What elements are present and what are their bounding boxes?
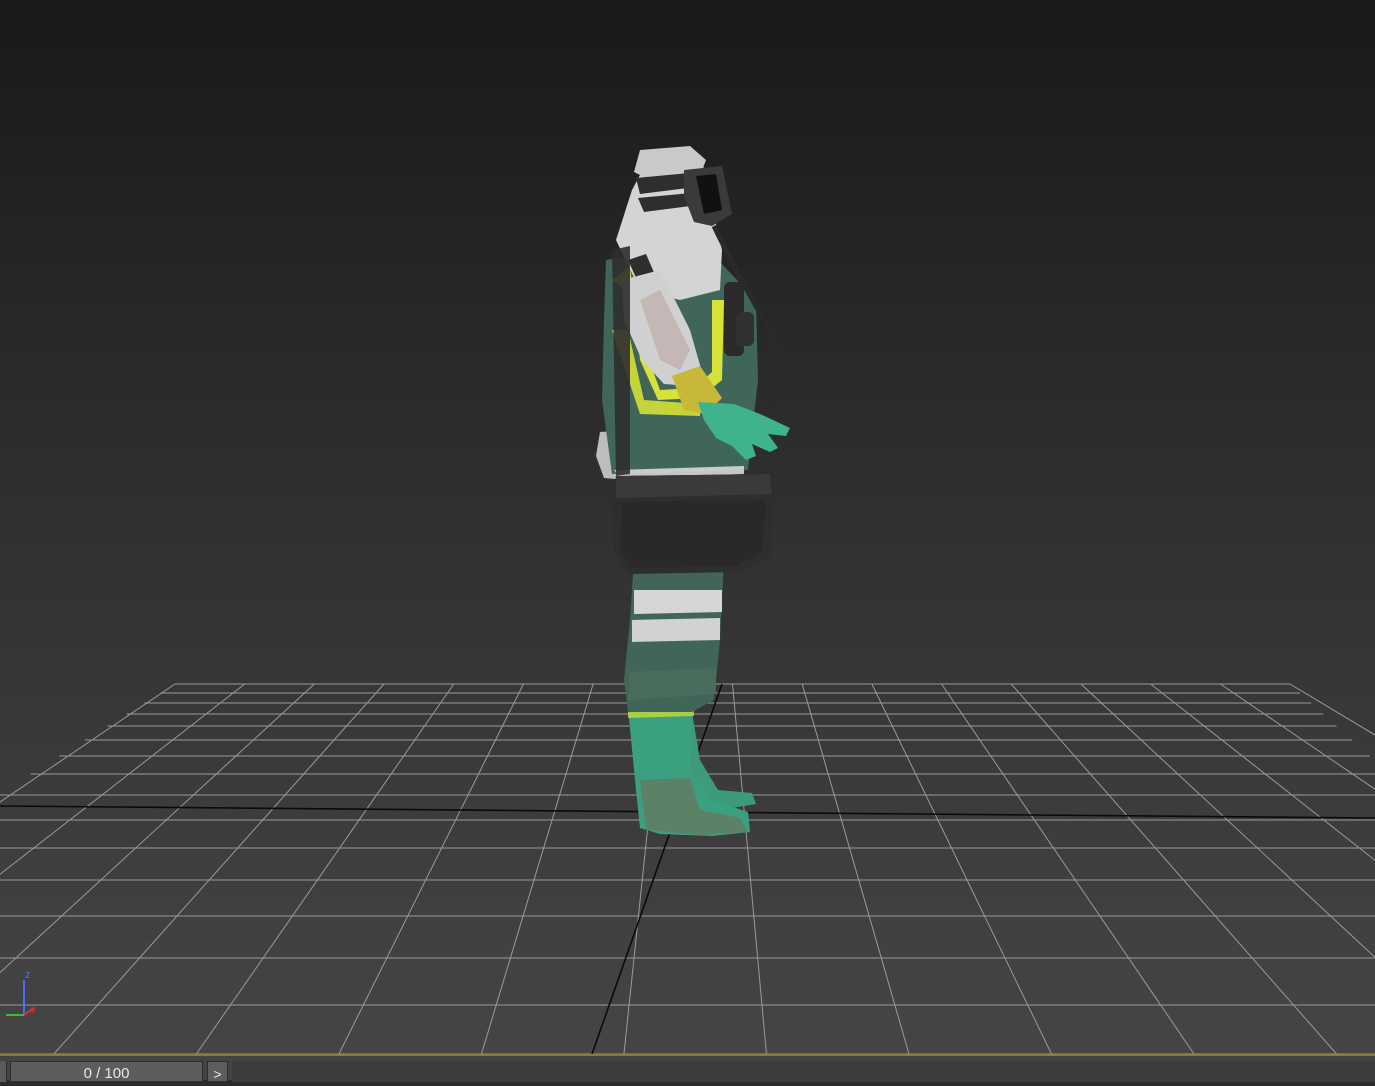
hazmat-character-model[interactable] <box>596 146 790 836</box>
timeline-track[interactable] <box>232 1061 1375 1082</box>
z-axis-label: z <box>25 969 31 981</box>
viewport-scene: z x <box>0 146 1375 1054</box>
prev-frame-button[interactable] <box>0 1061 7 1082</box>
next-frame-button[interactable]: > <box>207 1061 228 1082</box>
time-slider[interactable]: 0 / 100 <box>10 1061 203 1082</box>
timeline-bar: 0 / 100 > <box>0 1054 1375 1082</box>
perspective-viewport[interactable]: z x <box>0 0 1375 1054</box>
x-axis-label: x <box>31 1005 36 1016</box>
axis-gizmo: z x <box>6 969 36 1016</box>
